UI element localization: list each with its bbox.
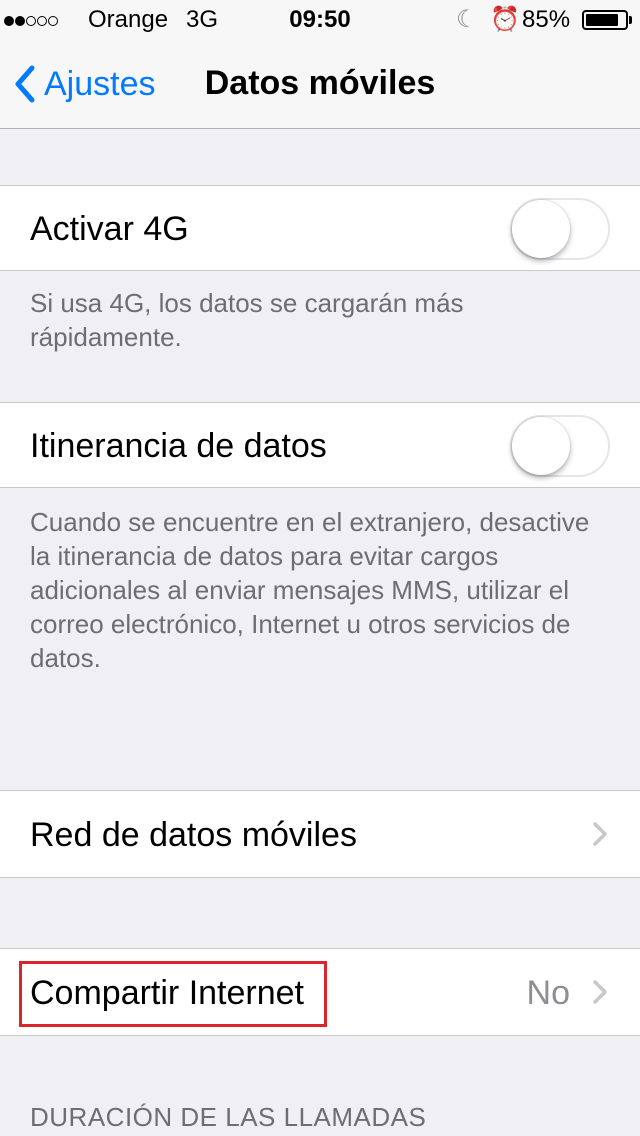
battery-fill <box>586 14 619 26</box>
chevron-right-icon <box>593 980 607 1004</box>
battery-percentage: 85% <box>522 6 571 33</box>
activar-4g-footer: Si usa 4G, los datos se cargarán más ráp… <box>30 288 464 352</box>
battery-icon <box>582 10 628 30</box>
navigation-bar: Ajustes Datos móviles <box>0 40 640 129</box>
itinerancia-footer: Cuando se encuentre en el extranjero, de… <box>30 507 590 673</box>
toggle-knob <box>512 417 570 475</box>
itinerancia-row: Itinerancia de datos <box>0 402 640 488</box>
compartir-internet-value: No <box>526 974 570 1012</box>
activar-4g-toggle[interactable] <box>510 198 610 260</box>
chevron-right-icon <box>593 822 607 846</box>
activar-4g-label: Activar 4G <box>30 210 189 248</box>
itinerancia-toggle[interactable] <box>510 415 610 477</box>
highlight-annotation <box>19 961 327 1027</box>
alarm-icon: ⏰ <box>490 6 520 33</box>
battery-tip <box>629 16 632 24</box>
page-title: Datos móviles <box>204 64 436 102</box>
activar-4g-row: Activar 4G <box>0 185 640 271</box>
itinerancia-label: Itinerancia de datos <box>30 427 327 465</box>
red-datos-label: Red de datos móviles <box>30 816 357 854</box>
red-datos-row[interactable]: Red de datos móviles <box>0 790 640 878</box>
toggle-knob <box>512 200 570 258</box>
status-bar: Orange 3G 09:50 ☾ ⏰ 85% <box>0 0 640 40</box>
section-header-duracion: DURACIÓN DE LAS LLAMADAS <box>30 1102 427 1132</box>
do-not-disturb-icon: ☾ <box>456 6 478 33</box>
